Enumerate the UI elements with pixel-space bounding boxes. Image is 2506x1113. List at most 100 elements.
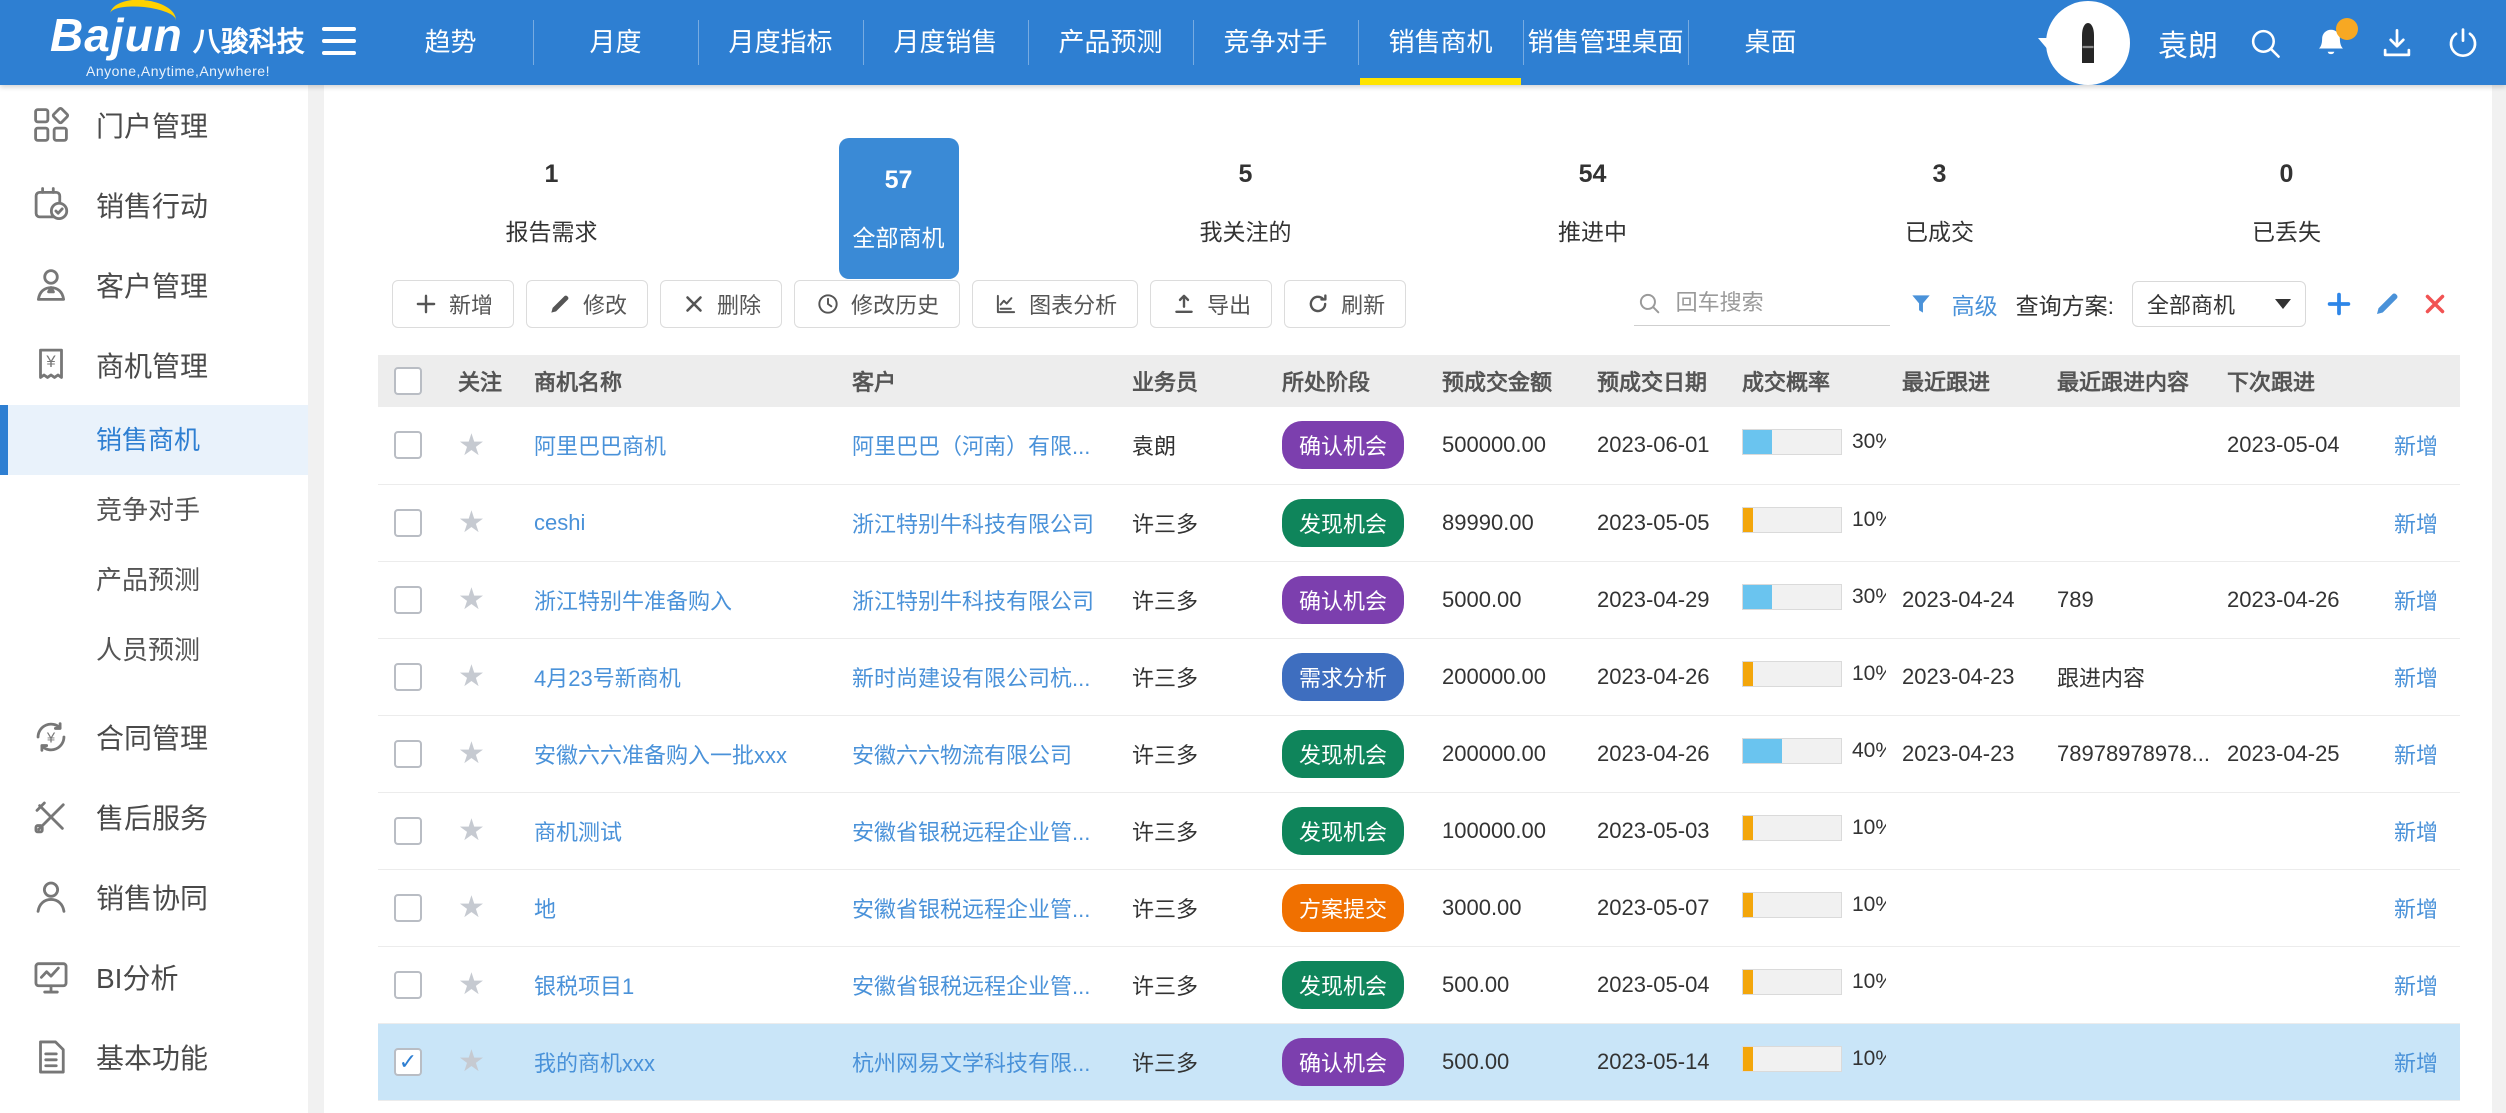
power-icon[interactable] <box>2444 24 2482 62</box>
search-icon[interactable] <box>2246 24 2284 62</box>
star-icon[interactable]: ★ <box>458 737 485 770</box>
search-input[interactable] <box>1634 282 1890 324</box>
table-row[interactable]: ★4月23号新商机新时尚建设有限公司杭...许三多需求分析200000.0020… <box>378 638 2460 715</box>
table-row[interactable]: ★我的商机xxx杭州网易文学科技有限...许三多确认机会500.002023-0… <box>378 1023 2460 1100</box>
opportunity-name-link[interactable]: 浙江特别牛准备购入 <box>534 589 732 614</box>
sidebar-item-3[interactable]: 客户管理 <box>0 245 308 325</box>
sidebar-scrollbar[interactable] <box>308 85 324 1113</box>
nav-item-1[interactable]: 趋势 <box>368 0 533 85</box>
stat-filter-3[interactable]: 5我关注的 <box>1072 132 1419 279</box>
brand-logo[interactable]: Bajun 八骏科技 Anyone,Anytime,Anywhere! <box>50 8 305 79</box>
sidebar-item-7[interactable]: 销售协同 <box>0 857 308 937</box>
add-followup-link[interactable]: 新增 <box>2394 589 2438 614</box>
refresh-button[interactable]: 刷新 <box>1284 280 1406 328</box>
opportunity-name-link[interactable]: 商机测试 <box>534 820 622 845</box>
row-checkbox[interactable] <box>394 431 422 459</box>
add-followup-link[interactable]: 新增 <box>2394 434 2438 459</box>
customer-link[interactable]: 安徽省银税远程企业管... <box>852 820 1090 845</box>
nav-item-4[interactable]: 月度销售 <box>863 0 1028 85</box>
customer-link[interactable]: 安徽六六物流有限公司 <box>852 743 1072 768</box>
opportunity-name-link[interactable]: ceshi <box>534 510 585 535</box>
stat-filter-6[interactable]: 0已丢失 <box>2113 132 2460 279</box>
row-checkbox[interactable] <box>394 894 422 922</box>
table-row[interactable]: ★浙江特别牛准备购入浙江特别牛科技有限公司许三多确认机会5000.002023-… <box>378 561 2460 638</box>
sidebar-item-4[interactable]: ¥商机管理 <box>0 325 308 405</box>
username[interactable]: 袁朗 <box>2158 21 2218 65</box>
menu-icon[interactable] <box>322 27 358 63</box>
stat-filter-1[interactable]: 1报告需求 <box>378 132 725 279</box>
customer-link[interactable]: 浙江特别牛科技有限公司 <box>852 512 1094 537</box>
opportunity-name-link[interactable]: 安徽六六准备购入一批xxx <box>534 743 787 768</box>
export-button[interactable]: 导出 <box>1150 280 1272 328</box>
avatar[interactable] <box>2046 1 2130 85</box>
nav-item-7[interactable]: 销售商机 <box>1358 0 1523 85</box>
customer-link[interactable]: 杭州网易文学科技有限... <box>852 1051 1090 1076</box>
nav-item-3[interactable]: 月度指标 <box>698 0 863 85</box>
add-scheme-icon[interactable] <box>2324 289 2354 319</box>
customer-link[interactable]: 新时尚建设有限公司杭... <box>852 666 1090 691</box>
add-followup-link[interactable]: 新增 <box>2394 666 2438 691</box>
customer-link[interactable]: 阿里巴巴（河南）有限... <box>852 434 1090 459</box>
opportunity-name-link[interactable]: 银税项目1 <box>534 974 634 999</box>
sidebar-subitem-4[interactable]: 人员预测 <box>0 615 308 685</box>
star-icon[interactable]: ★ <box>458 891 485 924</box>
notification-bell-icon[interactable] <box>2312 24 2350 62</box>
star-icon[interactable]: ★ <box>458 506 485 539</box>
customer-link[interactable]: 安徽省银税远程企业管... <box>852 897 1090 922</box>
opportunity-name-link[interactable]: 地 <box>534 897 556 922</box>
table-row[interactable]: ★ceshi浙江特别牛科技有限公司许三多发现机会89990.002023-05-… <box>378 484 2460 561</box>
star-icon[interactable]: ★ <box>458 814 485 847</box>
scheme-select[interactable]: 全部商机 <box>2132 281 2306 327</box>
chart-button[interactable]: 图表分析 <box>972 280 1138 328</box>
edit-scheme-icon[interactable] <box>2372 289 2402 319</box>
add-followup-link[interactable]: 新增 <box>2394 897 2438 922</box>
sidebar-subitem-1[interactable]: 销售商机 <box>0 405 308 475</box>
row-checkbox[interactable] <box>394 1048 422 1076</box>
opportunity-name-link[interactable]: 阿里巴巴商机 <box>534 434 666 459</box>
add-followup-link[interactable]: 新增 <box>2394 512 2438 537</box>
download-icon[interactable] <box>2378 24 2416 62</box>
page-scrollbar[interactable] <box>2492 85 2506 1113</box>
filter-funnel-icon[interactable] <box>1908 290 1934 318</box>
select-all-checkbox[interactable] <box>394 367 422 395</box>
row-checkbox[interactable] <box>394 509 422 537</box>
nav-item-8[interactable]: 销售管理桌面 <box>1523 0 1688 85</box>
sidebar-item-6[interactable]: 售后服务 <box>0 777 308 857</box>
table-row[interactable]: ★商机测试安徽省银税远程企业管...许三多发现机会100000.002023-0… <box>378 792 2460 869</box>
history-button[interactable]: 修改历史 <box>794 280 960 328</box>
table-row[interactable]: ★银税项目1安徽省银税远程企业管...许三多发现机会500.002023-05-… <box>378 946 2460 1023</box>
sidebar-subitem-3[interactable]: 产品预测 <box>0 545 308 615</box>
sidebar-item-9[interactable]: 基本功能 <box>0 1017 308 1097</box>
nav-item-2[interactable]: 月度 <box>533 0 698 85</box>
stat-filter-4[interactable]: 54推进中 <box>1419 132 1766 279</box>
star-icon[interactable]: ★ <box>458 583 485 616</box>
opportunity-name-link[interactable]: 我的商机xxx <box>534 1051 655 1076</box>
nav-item-9[interactable]: 桌面 <box>1688 0 1853 85</box>
star-icon[interactable]: ★ <box>458 660 485 693</box>
add-followup-link[interactable]: 新增 <box>2394 974 2438 999</box>
star-icon[interactable]: ★ <box>458 968 485 1001</box>
sidebar-item-8[interactable]: BI分析 <box>0 937 308 1017</box>
row-checkbox[interactable] <box>394 817 422 845</box>
customer-link[interactable]: 安徽省银税远程企业管... <box>852 974 1090 999</box>
row-checkbox[interactable] <box>394 663 422 691</box>
row-checkbox[interactable] <box>394 740 422 768</box>
nav-item-5[interactable]: 产品预测 <box>1028 0 1193 85</box>
star-icon[interactable]: ★ <box>458 429 485 462</box>
opportunity-name-link[interactable]: 4月23号新商机 <box>534 666 681 691</box>
sidebar-item-2[interactable]: 销售行动 <box>0 165 308 245</box>
row-checkbox[interactable] <box>394 971 422 999</box>
table-row[interactable]: ★地安徽省银税远程企业管...许三多方案提交3000.002023-05-071… <box>378 869 2460 946</box>
add-button[interactable]: 新增 <box>392 280 514 328</box>
edit-button[interactable]: 修改 <box>526 280 648 328</box>
table-row[interactable]: ★安徽六六准备购入一批xxx安徽六六物流有限公司许三多发现机会200000.00… <box>378 715 2460 792</box>
row-checkbox[interactable] <box>394 586 422 614</box>
stat-filter-5[interactable]: 3已成交 <box>1766 132 2113 279</box>
sidebar-subitem-2[interactable]: 竞争对手 <box>0 475 308 545</box>
customer-link[interactable]: 浙江特别牛科技有限公司 <box>852 589 1094 614</box>
star-icon[interactable]: ★ <box>458 1045 485 1078</box>
add-followup-link[interactable]: 新增 <box>2394 743 2438 768</box>
delete-button[interactable]: 删除 <box>660 280 782 328</box>
table-row[interactable]: ★阿里巴巴商机阿里巴巴（河南）有限...袁朗确认机会500000.002023-… <box>378 407 2460 484</box>
sidebar-item-5[interactable]: ¥合同管理 <box>0 697 308 777</box>
